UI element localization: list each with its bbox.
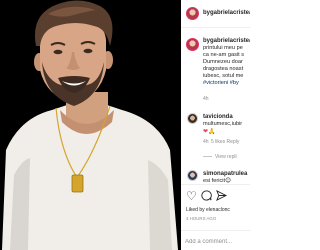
comment-emoji: ❤🙏 (203, 129, 216, 135)
comment-time: 4h (203, 139, 209, 145)
liked-by-text[interactable]: Liked by elenaclonc (186, 207, 230, 213)
comment-username[interactable]: simonapatrulea (203, 171, 247, 177)
commenter-avatar[interactable] (187, 113, 198, 124)
view-replies-link[interactable]: View repli (203, 154, 237, 160)
comments-panel: bygabrielacristea bygabrielacristea prin… (181, 0, 250, 250)
man-portrait-image (0, 0, 181, 250)
caption-line: iubesc, sotul me (203, 73, 244, 79)
post-header: bygabrielacristea (181, 0, 250, 28)
comment-likes-reply[interactable]: 5 likes Reply (211, 139, 239, 145)
post-actions-bar: ♡ Liked by elenaclonc 4 HOURS AGO (181, 184, 250, 233)
add-comment-bar (181, 230, 250, 250)
caption-author-avatar[interactable] (186, 38, 199, 51)
add-comment-input[interactable] (185, 236, 247, 248)
heart-outline-icon[interactable]: ♡ (186, 190, 197, 202)
caption-line: Dumnezeu doar (203, 59, 243, 65)
commenter-avatar[interactable] (187, 170, 198, 181)
caption-hashtags[interactable]: #victorieni #by (203, 80, 239, 87)
comment-bubble-icon[interactable] (201, 190, 212, 203)
caption-line: ca ne-am gasit s (203, 52, 245, 58)
post-time-ago: 4 HOURS AGO (186, 216, 217, 221)
comment-text: multumesc,iubir (203, 121, 243, 127)
caption-author-username[interactable]: bygabrielacristea (203, 38, 250, 44)
author-avatar[interactable] (186, 7, 199, 20)
paper-plane-icon[interactable] (216, 189, 228, 203)
post-author-username[interactable]: bygabrielacristea (203, 10, 250, 16)
post-photo[interactable] (0, 0, 181, 250)
comment-username[interactable]: tavicionda (203, 114, 233, 120)
caption-time: 4h (203, 96, 209, 102)
caption-line: printului meu pe (203, 45, 243, 51)
caption-line: dragostea noast (203, 66, 244, 72)
instagram-post-view: bygabrielacristea bygabrielacristea prin… (0, 0, 250, 250)
